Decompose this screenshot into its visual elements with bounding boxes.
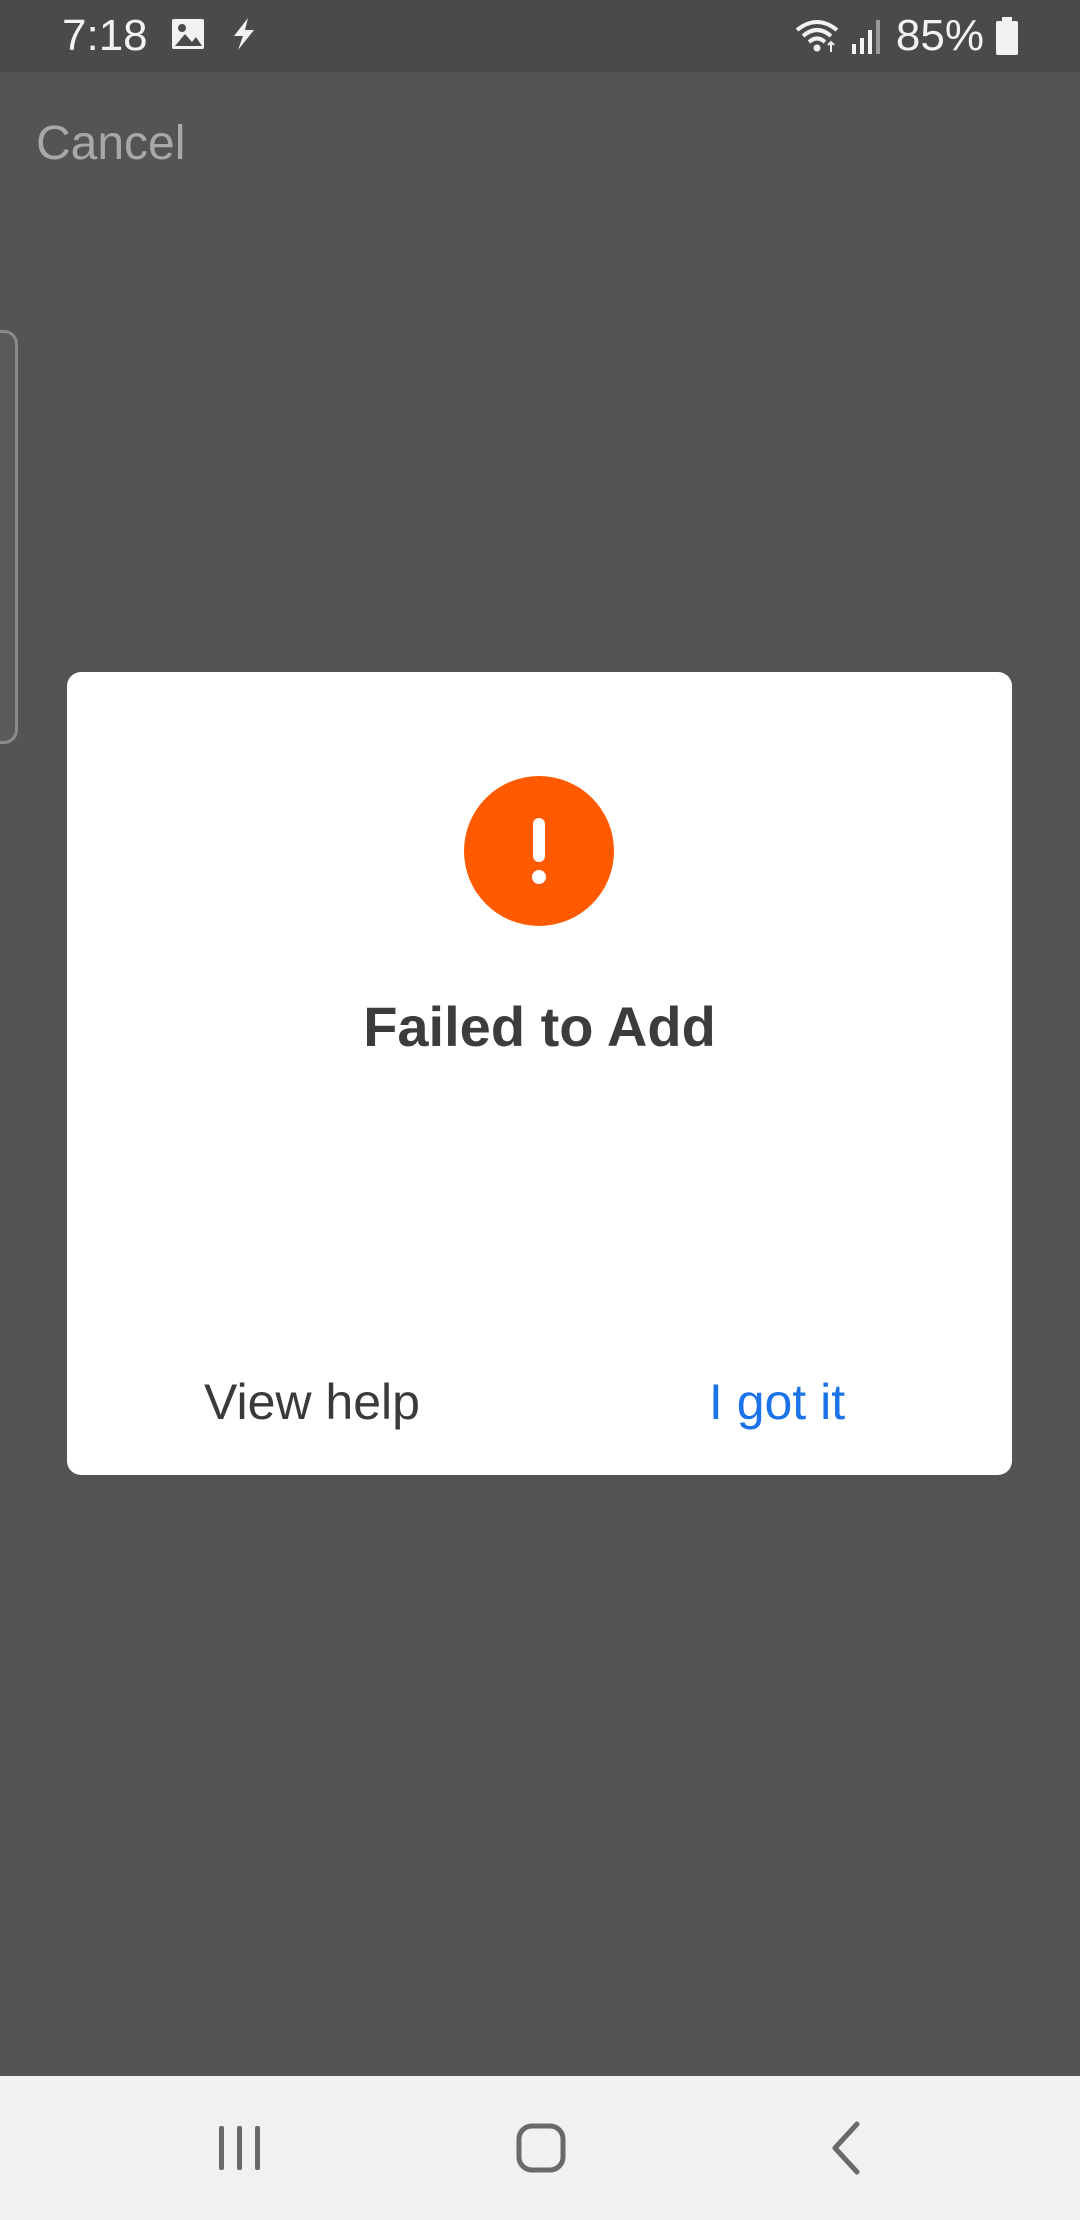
signal-icon	[851, 20, 880, 54]
home-icon[interactable]	[490, 2098, 590, 2198]
status-notification-icons	[170, 16, 262, 56]
dialog-title: Failed to Add	[363, 995, 716, 1058]
error-dialog: Failed to Add View help I got it	[67, 672, 1012, 1475]
back-icon[interactable]	[795, 2098, 895, 2198]
view-help-button[interactable]: View help	[167, 1362, 457, 1442]
battery-icon	[996, 17, 1018, 55]
wifi-icon	[795, 20, 839, 52]
exclamation-icon	[532, 818, 546, 884]
i-got-it-button[interactable]: I got it	[632, 1362, 922, 1442]
status-right-area: 85%	[794, 10, 1020, 62]
flash-icon	[234, 18, 254, 50]
status-time: 7:18	[62, 11, 148, 60]
cancel-button[interactable]: Cancel	[36, 116, 185, 172]
battery-percentage: 85%	[895, 11, 984, 60]
screen: 7:18 85% Cancel Failed to Add View help …	[0, 0, 1080, 2220]
edge-panel-handle[interactable]	[0, 330, 18, 744]
status-bar: 7:18 85%	[0, 0, 1080, 72]
recent-apps-icon[interactable]	[190, 2098, 290, 2198]
alert-icon	[464, 776, 614, 926]
navigation-bar	[0, 2076, 1080, 2220]
image-icon	[172, 19, 204, 49]
